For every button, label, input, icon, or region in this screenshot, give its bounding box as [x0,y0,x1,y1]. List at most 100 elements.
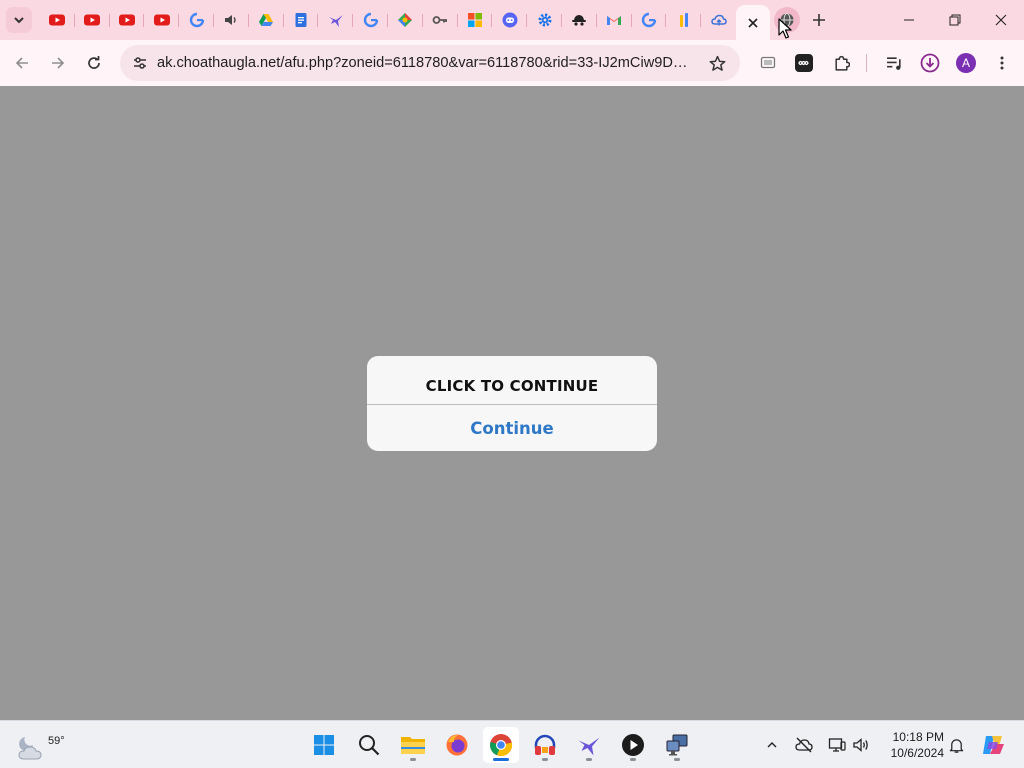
site-info-button[interactable] [126,49,154,77]
google-icon [363,12,378,28]
tab-colorful-app[interactable] [388,5,423,35]
url-text[interactable]: ak.choathaugla.net/afu.php?zoneid=611878… [157,54,697,72]
infinity-icon [795,54,813,72]
running-indicator [630,758,636,761]
bookmark-button[interactable] [704,50,730,76]
avatar: A [956,53,976,73]
tray-onedrive[interactable] [792,733,816,757]
show-hidden-icons-button[interactable] [760,733,784,757]
close-icon [995,14,1007,26]
tab-youtube-4[interactable] [144,5,179,35]
tab-google-2[interactable] [353,5,388,35]
close-window-button[interactable] [978,0,1024,40]
key-icon [432,16,448,24]
close-icon[interactable] [745,15,761,31]
tab-google-3[interactable] [632,5,667,35]
mouse-cursor-icon [778,18,792,39]
arrow-right-icon [52,57,65,69]
computer-icon [666,734,688,756]
taskbar-media-player[interactable] [615,727,651,763]
tab-search-button[interactable] [6,7,32,33]
tab-strip [0,0,1024,40]
tray-volume[interactable] [849,733,873,757]
taskbar-audio-app[interactable] [527,727,563,763]
plus-icon [813,14,825,26]
taskbar-remote-desktop[interactable] [659,727,695,763]
cloud-icon [710,14,727,26]
windows-icon [314,735,334,755]
taskbar-search-button[interactable] [351,727,387,763]
microsoft-icon [467,13,482,27]
start-button[interactable] [306,727,342,763]
copilot-icon [983,736,1004,754]
youtube-icon [118,14,135,26]
running-indicator [493,758,509,761]
tab-google-1[interactable] [179,5,214,35]
restore-button[interactable] [932,0,978,40]
tab-analytics[interactable] [666,5,701,35]
restore-icon [949,14,961,26]
browser-toolbar: ak.choathaugla.net/afu.php?zoneid=611878… [0,40,1024,86]
tray-display[interactable] [825,733,849,757]
tab-cloud[interactable] [701,5,736,35]
extensions-button[interactable] [827,49,855,77]
taskbar: 59° 10:18 PM 10/6/2024 [0,720,1024,768]
running-indicator [586,758,592,761]
media-controls-button[interactable] [880,49,908,77]
tab-google-drive[interactable] [249,5,284,35]
extension-infinity-button[interactable] [790,49,818,77]
back-button[interactable] [7,48,37,78]
taskbar-clock[interactable]: 10:18 PM 10/6/2024 [882,729,944,761]
speaker-icon [853,738,868,752]
colorful-diamond-icon [398,13,413,27]
tab-audio[interactable] [214,5,249,35]
tab-youtube-3[interactable] [110,5,145,35]
folder-icon [401,737,425,754]
new-tab-button[interactable] [806,7,832,33]
tune-icon [134,57,146,69]
clock-time: 10:18 PM [892,730,944,744]
toolbar-divider [866,54,867,72]
continue-dialog: CLICK TO CONTINUE Continue [367,356,657,451]
tab-active[interactable] [735,5,770,40]
menu-button[interactable] [988,49,1016,77]
extension-cast-button[interactable] [754,49,782,77]
downloads-button[interactable] [916,49,944,77]
headphones-icon [534,734,556,755]
puzzle-icon [834,55,850,71]
taskbar-bird-app[interactable] [571,727,607,763]
tab-microsoft[interactable] [458,5,493,35]
continue-button[interactable]: Continue [367,405,657,451]
forward-button[interactable] [43,48,73,78]
gmail-icon [607,16,622,25]
tab-youtube-1[interactable] [40,5,75,35]
taskbar-chrome[interactable] [483,727,519,763]
tab-discord[interactable] [492,5,527,35]
arrow-left-icon [15,57,28,69]
google-icon [189,12,204,28]
profile-button[interactable]: A [952,49,980,77]
tab-gmail[interactable] [597,5,632,35]
address-bar[interactable]: ak.choathaugla.net/afu.php?zoneid=611878… [120,45,740,81]
minimize-button[interactable] [886,0,932,40]
copilot-button[interactable] [978,730,1008,760]
taskbar-file-explorer[interactable] [395,727,431,763]
reload-button[interactable] [79,48,109,78]
tab-incognito-app[interactable] [562,5,597,35]
tab-settings[interactable] [527,5,562,35]
tab-list [40,5,804,40]
firefox-icon [446,734,468,756]
notifications-button[interactable] [944,733,968,757]
clock-date: 10/6/2024 [890,746,944,760]
tab-youtube-2[interactable] [75,5,110,35]
download-icon [920,53,940,73]
weather-widget[interactable]: 59° [16,727,65,763]
running-indicator [542,758,548,761]
taskbar-firefox[interactable] [439,727,475,763]
tab-google-docs[interactable] [284,5,319,35]
page-content: CLICK TO CONTINUE Continue [0,86,1024,720]
tab-bird-app[interactable] [318,5,353,35]
tab-passwords[interactable] [423,5,458,35]
star-icon [709,55,725,71]
minimize-icon [904,19,914,21]
